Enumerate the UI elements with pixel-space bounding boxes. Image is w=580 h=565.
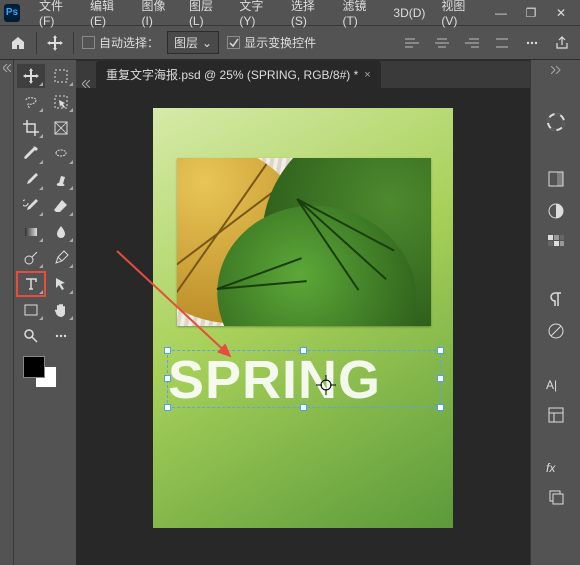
lasso-tool[interactable] [17, 90, 45, 114]
show-transform-label: 显示变换控件 [244, 34, 316, 51]
clone-tool[interactable] [47, 168, 75, 192]
document-tab-bar: 重复文字海报.psd @ 25% (SPRING, RGB/8#) * × [76, 60, 530, 88]
paragraph-panel-icon[interactable] [547, 290, 565, 308]
more-options-icon[interactable] [522, 33, 542, 53]
type-tool[interactable] [17, 272, 45, 296]
properties-panel-icon[interactable] [547, 406, 565, 424]
menu-bar: Ps 文件(F) 编辑(E) 图像(I) 图层(L) 文字(Y) 选择(S) 滤… [0, 0, 580, 26]
panel-expand-strip[interactable] [0, 60, 14, 565]
edit-toolbar[interactable] [47, 324, 75, 348]
hand-tool[interactable] [47, 298, 75, 322]
path-select-tool[interactable] [47, 272, 75, 296]
share-icon[interactable] [552, 33, 572, 53]
handle-br[interactable] [437, 404, 444, 411]
text-content: SPRING [168, 351, 440, 409]
menu-image[interactable]: 图像(I) [135, 0, 180, 31]
svg-text:A|: A| [546, 378, 557, 392]
crop-tool[interactable] [17, 116, 45, 140]
poster-artboard[interactable]: SPRING [153, 108, 453, 528]
handle-mr[interactable] [437, 375, 444, 382]
checkbox-icon [82, 36, 95, 49]
checkbox-checked-icon [227, 36, 240, 49]
handle-bm[interactable] [300, 404, 307, 411]
color-swatches[interactable] [17, 356, 73, 392]
swatches-panel-icon[interactable] [547, 234, 565, 252]
handle-tm[interactable] [300, 347, 307, 354]
chevron-down-icon: ⌄ [202, 36, 212, 50]
scope-select[interactable]: 图层 ⌄ [167, 31, 219, 54]
options-bar: 自动选择： 图层 ⌄ 显示变换控件 [0, 26, 580, 60]
document-title: 重复文字海报.psd @ 25% (SPRING, RGB/8#) * [106, 66, 358, 83]
align-center-icon[interactable] [432, 33, 452, 53]
eyedropper-tool[interactable] [17, 142, 45, 166]
menu-edit[interactable]: 编辑(E) [83, 0, 133, 31]
move-tool-icon[interactable] [45, 33, 65, 53]
menu-3d[interactable]: 3D(D) [386, 3, 432, 23]
home-icon[interactable] [8, 33, 28, 53]
blur-tool[interactable] [47, 220, 75, 244]
marquee-tool[interactable] [47, 64, 75, 88]
show-transform-checkbox[interactable]: 显示变换控件 [227, 34, 316, 51]
photo-layer[interactable] [177, 158, 431, 326]
menu-file[interactable]: 文件(F) [32, 0, 81, 31]
menu-select[interactable]: 选择(S) [284, 0, 334, 31]
app-logo: Ps [4, 4, 20, 22]
document-tab[interactable]: 重复文字海报.psd @ 25% (SPRING, RGB/8#) * × [96, 61, 381, 88]
gradient-tool[interactable] [17, 220, 45, 244]
tab-close-icon[interactable]: × [364, 69, 370, 81]
menu-view[interactable]: 视图(V) [434, 0, 484, 31]
menu-filter[interactable]: 滤镜(T) [335, 0, 384, 31]
menu-type[interactable]: 文字(Y) [232, 0, 282, 31]
panel-collapse-icon[interactable] [551, 66, 561, 74]
foreground-color[interactable] [23, 356, 45, 378]
zoom-tool[interactable] [17, 324, 45, 348]
maximize-button[interactable]: ❐ [516, 3, 546, 23]
libraries-panel-icon[interactable] [547, 170, 565, 188]
move-tool[interactable] [17, 64, 45, 88]
text-layer-selected[interactable]: SPRING [167, 350, 441, 408]
handle-tl[interactable] [164, 347, 171, 354]
handle-tr[interactable] [437, 347, 444, 354]
eraser-tool[interactable] [47, 194, 75, 218]
color-panel-icon[interactable] [546, 112, 566, 132]
canvas[interactable]: SPRING [76, 88, 530, 565]
align-right-icon[interactable] [462, 33, 482, 53]
right-panel-strip: A| fx [530, 60, 580, 565]
styles-panel-icon[interactable]: fx [546, 462, 566, 474]
window-controls: — ❐ ✕ [486, 3, 576, 23]
minimize-button[interactable]: — [486, 3, 516, 23]
brush-tool[interactable] [17, 168, 45, 192]
frame-tool[interactable] [47, 116, 75, 140]
auto-select-label: 自动选择： [99, 34, 159, 51]
svg-text:fx: fx [546, 462, 556, 474]
menu-layer[interactable]: 图层(L) [182, 0, 230, 31]
handle-ml[interactable] [164, 375, 171, 382]
pen-tool[interactable] [47, 246, 75, 270]
character-panel-icon[interactable]: A| [546, 378, 566, 392]
patch-tool[interactable] [47, 142, 75, 166]
tab-scroll-icon[interactable] [82, 80, 96, 88]
rectangle-tool[interactable] [17, 298, 45, 322]
layers-panel-icon[interactable] [547, 488, 565, 506]
history-brush-tool[interactable] [17, 194, 45, 218]
auto-select-checkbox[interactable]: 自动选择： [82, 34, 159, 51]
close-button[interactable]: ✕ [546, 3, 576, 23]
distribute-icon[interactable] [492, 33, 512, 53]
handle-bl[interactable] [164, 404, 171, 411]
object-select-tool[interactable] [47, 90, 75, 114]
dodge-tool[interactable] [17, 246, 45, 270]
adjustments-panel-icon[interactable] [547, 202, 565, 220]
gradients-panel-icon[interactable] [547, 322, 565, 340]
align-left-icon[interactable] [402, 33, 422, 53]
toolbox [14, 60, 76, 565]
